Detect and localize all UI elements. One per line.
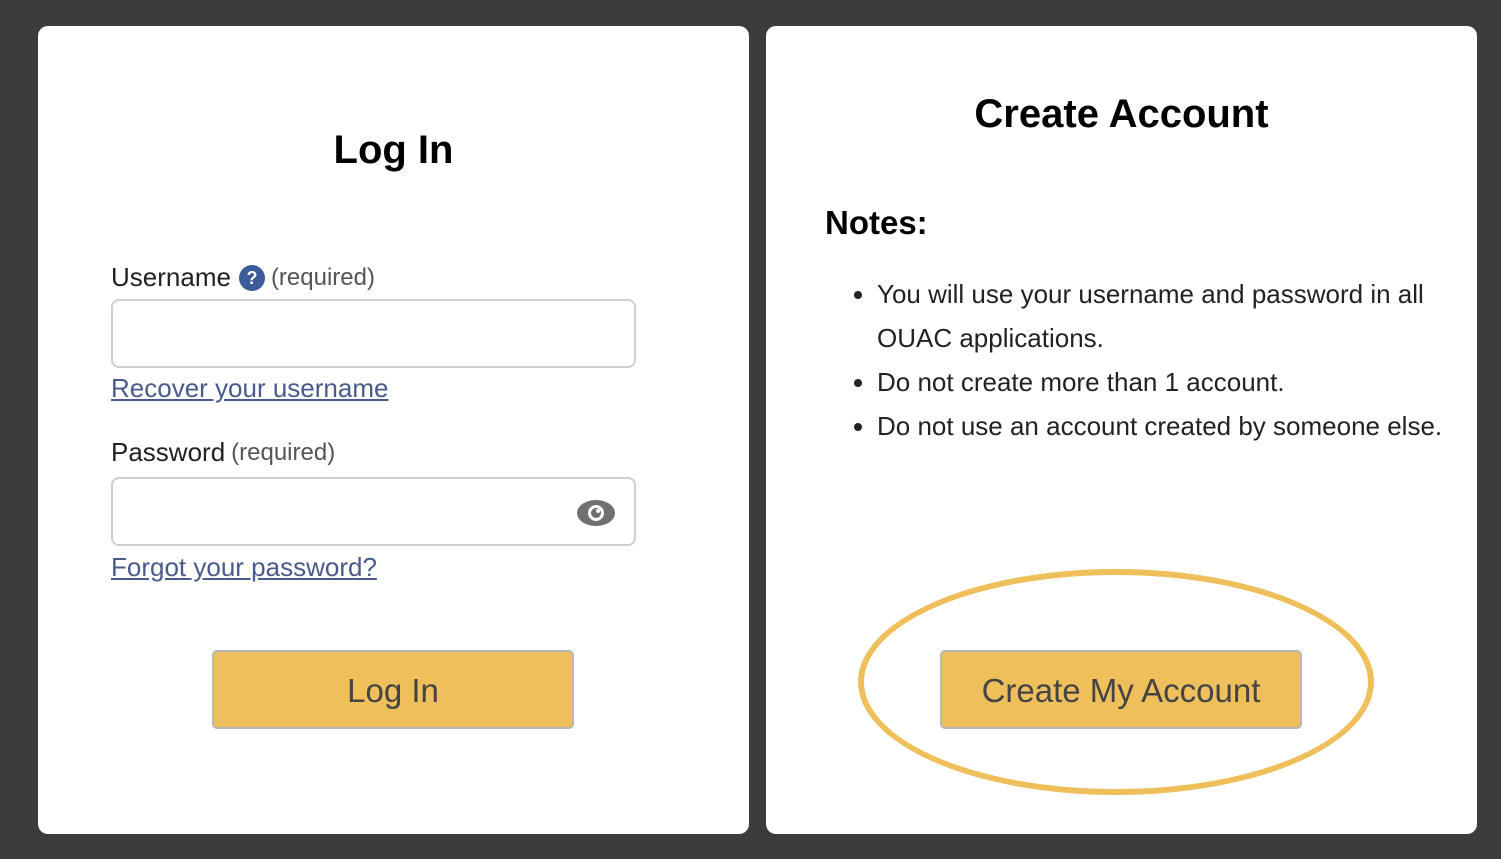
recover-username-link[interactable]: Recover your username <box>111 373 388 404</box>
create-account-card: Create Account Notes: You will use your … <box>766 26 1477 834</box>
notes-heading: Notes: <box>825 204 928 241</box>
forgot-password-link[interactable]: Forgot your password? <box>111 552 377 583</box>
login-title: Log In <box>333 128 454 172</box>
notes-list: You will use your username and password … <box>825 272 1477 448</box>
username-input[interactable] <box>111 299 636 368</box>
username-label: Username <box>111 262 231 292</box>
password-label-row: Password (required) <box>111 437 335 468</box>
username-label-row: Username ? (required) <box>111 262 375 293</box>
username-required-note: (required) <box>270 263 375 291</box>
login-card: Log In Username ? (required) Recover you… <box>38 26 749 834</box>
help-icon[interactable]: ? <box>238 264 265 291</box>
list-item: Do not create more than 1 account. <box>877 360 1477 404</box>
list-item: Do not use an account created by someone… <box>877 404 1477 448</box>
create-account-title: Create Account <box>974 92 1269 136</box>
login-button[interactable]: Log In <box>212 650 574 729</box>
password-input[interactable] <box>111 477 636 546</box>
list-item: You will use your username and password … <box>877 272 1477 360</box>
password-required-note: (required) <box>231 438 336 466</box>
password-label: Password <box>111 437 226 467</box>
eye-icon[interactable] <box>576 499 616 527</box>
create-my-account-button[interactable]: Create My Account <box>940 650 1302 729</box>
